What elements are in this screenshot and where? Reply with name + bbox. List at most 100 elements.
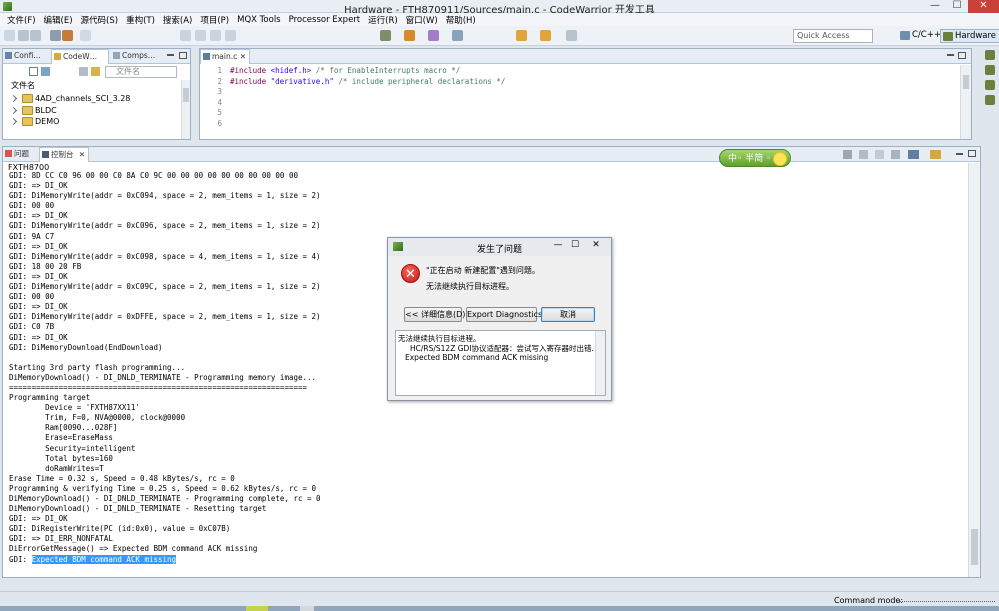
file-name-column-header[interactable]: 文件名: [11, 80, 35, 91]
nav-back-icon[interactable]: [516, 30, 527, 41]
save-all-icon[interactable]: [30, 30, 41, 41]
panel-maximize-icon[interactable]: [179, 52, 187, 59]
cancel-button[interactable]: 取消: [541, 307, 595, 322]
debug-terminate-icon[interactable]: [225, 30, 236, 41]
details-button[interactable]: << 详细信息(D): [404, 307, 465, 322]
flash-icon[interactable]: [428, 30, 439, 41]
tree-item-project[interactable]: DEMO: [9, 116, 179, 127]
dialog-minimize-button[interactable]: —: [551, 240, 565, 252]
panel-minimize-icon[interactable]: [167, 54, 174, 56]
console-display-icon[interactable]: [908, 150, 919, 159]
tab-problems-label: 问题: [14, 149, 29, 158]
perspective-hardware-button[interactable]: Hardware: [940, 29, 999, 43]
nav-forward-icon[interactable]: [540, 30, 551, 41]
trim-view-icon[interactable]: [985, 50, 995, 60]
console-terminate-icon[interactable]: [843, 150, 852, 159]
menu-file[interactable]: 文件(F): [3, 14, 40, 26]
perspective-cc-button[interactable]: C/C++: [898, 29, 944, 43]
taskbar-item[interactable]: [246, 606, 268, 611]
dialog-close-button[interactable]: ✕: [585, 240, 607, 252]
editor-scroll-thumb[interactable]: [963, 75, 969, 89]
debug-step-icon[interactable]: [180, 30, 191, 41]
details-scrollbar[interactable]: [595, 331, 605, 395]
console-minimize-icon[interactable]: [956, 153, 963, 155]
tab-components[interactable]: Comps…: [111, 49, 159, 64]
close-button[interactable]: ✕: [968, 0, 999, 13]
close-tab-icon[interactable]: ✕: [79, 148, 85, 162]
console-line: Erase=EraseMass: [9, 433, 113, 443]
run-icon[interactable]: [404, 30, 415, 41]
console-line: GDI: DiMemoryWrite(addr = 0xC096, space …: [9, 221, 321, 231]
console-open-icon[interactable]: [930, 150, 941, 159]
console-maximize-icon[interactable]: [968, 150, 976, 157]
trim-view-icon[interactable]: [985, 65, 995, 75]
code-string: "derivative.h": [266, 76, 334, 86]
tab-console[interactable]: 控制台 ✕: [39, 147, 89, 162]
menu-processor-expert[interactable]: Processor Expert: [285, 15, 365, 25]
collapse-all-icon[interactable]: [29, 67, 38, 76]
ime-status-widget[interactable]: 中◦ 半简 ◦: [719, 149, 791, 167]
tab-codewarrior-projects[interactable]: CodeW…: [51, 49, 109, 64]
code-area[interactable]: 1 #include <hidef.h> /* for EnableInterru…: [200, 66, 959, 129]
cc-perspective-icon: [900, 31, 910, 40]
menu-edit[interactable]: 编辑(E): [40, 14, 77, 26]
tab-problems[interactable]: 问题: [3, 147, 38, 162]
console-remove-icon[interactable]: [859, 150, 868, 159]
debug-icon[interactable]: [380, 30, 391, 41]
console-clear-icon[interactable]: [875, 150, 884, 159]
console-scroll-thumb[interactable]: [971, 529, 978, 565]
menu-window[interactable]: 窗口(W): [402, 14, 442, 26]
filter-settings-icon[interactable]: [91, 67, 100, 76]
project-folder-icon: [22, 94, 33, 103]
debug-resume-icon[interactable]: [195, 30, 206, 41]
menu-project[interactable]: 项目(P): [196, 14, 233, 26]
debug-suspend-icon[interactable]: [210, 30, 221, 41]
maximize-button[interactable]: ☐: [946, 0, 968, 13]
project-scrollbar[interactable]: [181, 80, 190, 139]
link-editor-icon[interactable]: [41, 67, 50, 76]
minimize-button[interactable]: —: [924, 0, 946, 13]
tree-item-project[interactable]: 4AD_channels_SCI_3.28: [9, 93, 179, 104]
editor-minimize-icon[interactable]: [947, 54, 954, 56]
expand-arrow-icon[interactable]: [9, 106, 18, 115]
taskbar-item[interactable]: [300, 606, 314, 611]
details-text-area[interactable]: 无法继续执行目标进程。 HC/RS/S12Z GDI协议适配器：尝试写入寄存器时…: [395, 330, 606, 396]
project-folder-icon: [22, 117, 33, 126]
dialog-title-bar[interactable]: 发生了问题 — ☐ ✕: [388, 238, 611, 256]
quick-access-input[interactable]: Quick Access: [793, 29, 873, 43]
console-scrollbar[interactable]: [968, 163, 980, 577]
editor-maximize-icon[interactable]: [958, 52, 966, 59]
project-scroll-thumb[interactable]: [183, 88, 189, 102]
dialog-maximize-button[interactable]: ☐: [568, 240, 582, 252]
console-scroll-lock-icon[interactable]: [891, 150, 900, 159]
hammer-icon[interactable]: [62, 30, 73, 41]
tree-item-project[interactable]: BLDC: [9, 105, 179, 116]
menu-search[interactable]: 搜索(A): [159, 14, 196, 26]
view-menu-icon[interactable]: [79, 67, 88, 76]
menu-run[interactable]: 运行(R): [364, 14, 402, 26]
console-line: Security=intelligent: [9, 443, 136, 453]
expand-arrow-icon[interactable]: [9, 117, 18, 126]
pin-icon[interactable]: [452, 30, 463, 41]
close-tab-icon[interactable]: ✕: [240, 50, 246, 64]
editor-tabstrip: main.c ✕: [200, 49, 971, 64]
menu-source[interactable]: 源代码(S): [77, 14, 123, 26]
external-icon[interactable]: [566, 30, 577, 41]
menu-mqx-tools[interactable]: MQX Tools: [233, 15, 285, 25]
console-selection[interactable]: Expected BDM command ACK missing: [31, 554, 177, 564]
trim-view-icon[interactable]: [985, 95, 995, 105]
tab-components-label: Comps…: [122, 51, 156, 60]
menu-refactor[interactable]: 重构(T): [122, 14, 159, 26]
menu-help[interactable]: 帮助(H): [442, 14, 480, 26]
tab-main-c[interactable]: main.c ✕: [200, 49, 250, 64]
save-icon[interactable]: [18, 30, 29, 41]
export-diagnostics-button[interactable]: Export Diagnostics: [466, 307, 542, 322]
build-icon[interactable]: [50, 30, 61, 41]
search-icon[interactable]: [80, 30, 91, 41]
editor-scrollbar[interactable]: [960, 65, 971, 139]
new-icon[interactable]: [4, 30, 15, 41]
trim-view-icon[interactable]: [985, 80, 995, 90]
expand-arrow-icon[interactable]: [9, 94, 18, 103]
tab-configurations[interactable]: Confi…: [3, 49, 48, 64]
project-filter-input[interactable]: 文件名: [105, 66, 177, 78]
